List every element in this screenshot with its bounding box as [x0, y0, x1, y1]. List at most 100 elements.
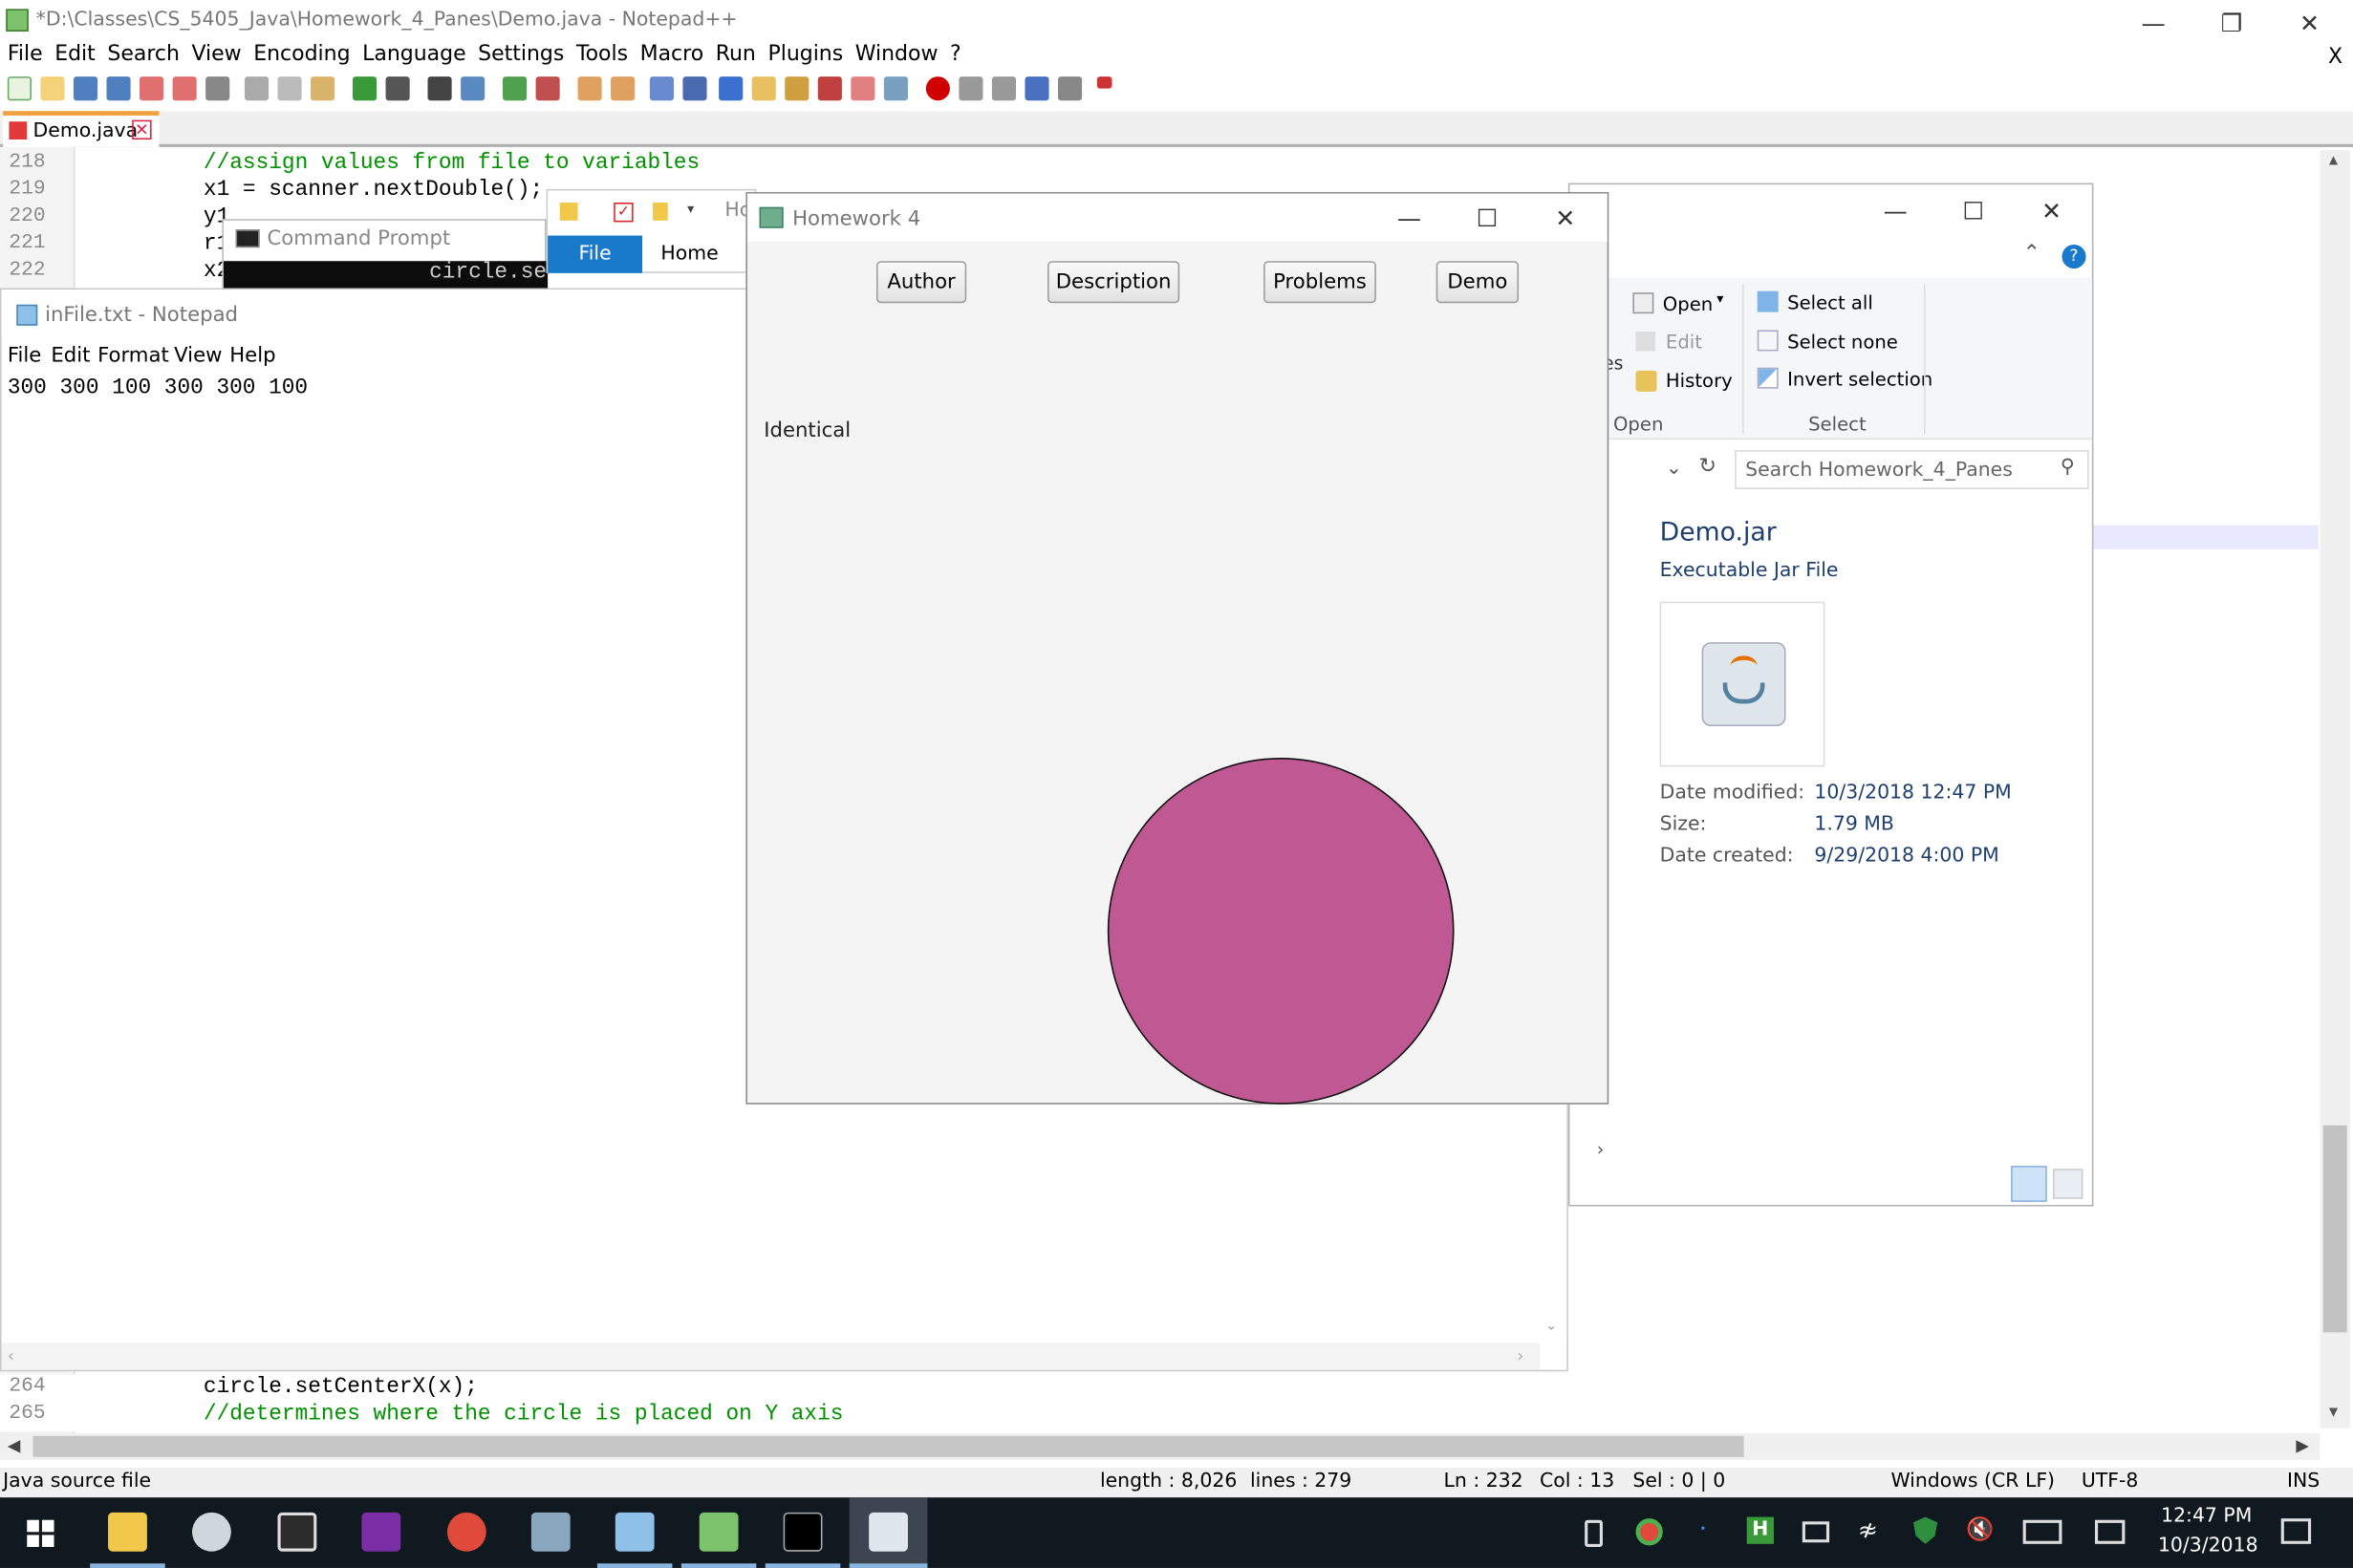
notepad-taskbar-icon[interactable] [615, 1512, 655, 1552]
cmd-taskbar-icon[interactable] [783, 1512, 823, 1552]
npp-minimize-button[interactable]: — [2119, 0, 2188, 45]
usb-icon[interactable] [1585, 1519, 1603, 1547]
code-bottom[interactable]: 264 circle.setCenterX(x); 265 //determin… [0, 1374, 2312, 1432]
flag-icon[interactable] [1096, 76, 1112, 89]
print-icon[interactable] [205, 76, 230, 101]
close-icon[interactable] [140, 76, 164, 101]
select-all-button[interactable]: Select all [1757, 290, 1937, 316]
zoom-out-icon[interactable] [535, 76, 560, 101]
invert-selection-button[interactable]: Invert selection [1757, 366, 1937, 393]
menu-run[interactable]: Run [716, 42, 756, 66]
properties-check-icon[interactable]: ✓ [614, 202, 634, 223]
notepad-menu-format[interactable]: Format [97, 344, 169, 368]
menu-tools[interactable]: Tools [576, 42, 628, 66]
onenote-icon[interactable] [361, 1512, 401, 1552]
paste-icon[interactable] [311, 76, 335, 101]
notepad-horizontal-scrollbar[interactable]: ‹ › [1, 1342, 1541, 1370]
notepad-scroll-down-icon[interactable]: ⌄ [1545, 1319, 1557, 1334]
notepad-scroll-left-icon[interactable]: ‹ [8, 1346, 14, 1365]
notepad-text-area[interactable]: 300 300 100 300 300 100 [8, 376, 308, 400]
save-icon[interactable] [73, 76, 98, 101]
npp-horizontal-scrollbar[interactable]: ◀ ▶ [0, 1432, 2321, 1460]
clock-date[interactable]: 10/3/2018 [2158, 1535, 2258, 1557]
wifi-icon[interactable]: ≉ [1858, 1515, 1878, 1544]
menu-window[interactable]: Window [855, 42, 939, 66]
help-icon[interactable]: ? [2062, 244, 2086, 269]
close-all-icon[interactable] [172, 76, 197, 101]
show-all-chars-icon[interactable] [682, 76, 707, 101]
action-center-icon[interactable] [2280, 1518, 2312, 1544]
explorer-minimize-button[interactable]: — [1861, 187, 1930, 232]
chrome-tray-icon[interactable] [1635, 1518, 1663, 1546]
open-file-icon[interactable] [40, 76, 65, 101]
address-dropdown-icon[interactable]: ⌄ [1666, 458, 1682, 481]
save-all-icon[interactable] [106, 76, 131, 101]
defender-icon[interactable] [1913, 1516, 1938, 1544]
copy-icon[interactable] [277, 76, 302, 101]
npp-close-doc-button[interactable]: X [2328, 45, 2342, 69]
calculator-icon[interactable] [277, 1512, 317, 1552]
record-macro-icon[interactable] [925, 76, 950, 101]
find-icon[interactable] [427, 76, 452, 101]
npp-vertical-scrollbar[interactable]: ▲ ▼ [2320, 150, 2350, 1428]
cmd-console[interactable]: circle.se [223, 261, 549, 289]
volume-muted-icon[interactable]: 🔇 [1966, 1515, 1994, 1542]
h-app-icon[interactable]: H [1746, 1516, 1774, 1544]
menu-file[interactable]: File [8, 42, 43, 66]
author-button[interactable]: Author [875, 261, 967, 304]
menu-encoding[interactable]: Encoding [253, 42, 350, 66]
tablet-mode-icon[interactable] [2094, 1519, 2126, 1544]
npp-restore-button[interactable]: ❐ [2197, 0, 2266, 45]
function-list-icon[interactable] [785, 76, 810, 101]
new-file-icon[interactable] [7, 76, 32, 101]
monitor-icon[interactable] [851, 76, 875, 101]
ribbon-home-tab[interactable]: Home [642, 236, 737, 273]
demo-button[interactable]: Demo [1436, 261, 1520, 304]
npp-hscroll-thumb[interactable] [32, 1435, 1744, 1457]
search-box[interactable]: Search Homework_4_Panes ⚲ [1735, 450, 2089, 489]
folder-as-workspace-icon[interactable] [817, 76, 842, 101]
menu-view[interactable]: View [191, 42, 241, 66]
doc-map-icon[interactable] [751, 76, 776, 101]
npp-close-button[interactable]: ✕ [2275, 0, 2343, 45]
menu-help[interactable]: ? [950, 42, 961, 66]
menu-search[interactable]: Search [107, 42, 180, 66]
refresh-icon[interactable]: ↻ [1698, 455, 1716, 479]
notepad-menu-help[interactable]: Help [229, 344, 275, 368]
cut-icon[interactable] [244, 76, 270, 101]
menu-macro[interactable]: Macro [640, 42, 704, 66]
save-macro-icon[interactable] [1057, 76, 1083, 101]
bluetooth-icon[interactable]: ᛫ [1695, 1515, 1710, 1544]
select-none-button[interactable]: Select none [1757, 329, 1937, 355]
ribbon-collapse-icon[interactable]: ⌃ [2023, 242, 2040, 266]
ribbon-file-tab[interactable]: File [548, 235, 643, 273]
details-view-icon[interactable] [2011, 1166, 2047, 1202]
notepad-menu-file[interactable]: File [8, 344, 41, 368]
new-folder-icon[interactable] [653, 202, 668, 221]
stop-macro-icon[interactable] [959, 76, 983, 101]
zoom-in-icon[interactable] [503, 76, 528, 101]
menu-edit[interactable]: Edit [54, 42, 96, 66]
menu-settings[interactable]: Settings [478, 42, 564, 66]
tab-close-icon[interactable]: ✕ [132, 119, 152, 140]
start-windows-icon[interactable] [27, 1519, 54, 1547]
word-wrap-icon[interactable] [649, 76, 675, 101]
run-macro-multiple-icon[interactable] [1025, 76, 1049, 101]
file-explorer-icon[interactable] [108, 1512, 147, 1552]
notepad-menu-view[interactable]: View [174, 344, 222, 368]
explorer-maximize-button[interactable]: ☐ [1939, 187, 2008, 232]
notepadpp-taskbar-icon[interactable] [699, 1512, 739, 1552]
description-button[interactable]: Description [1047, 261, 1180, 304]
fx-minimize-button[interactable]: — [1374, 195, 1443, 240]
nav-scroll-right-icon[interactable]: › [1597, 1139, 1605, 1160]
redo-icon[interactable] [385, 76, 410, 101]
battery-icon[interactable] [1802, 1521, 1830, 1543]
photo-app-icon[interactable] [530, 1512, 571, 1552]
npp-vscroll-thumb[interactable] [2322, 1125, 2347, 1333]
qat-dropdown-icon[interactable]: ▾ [687, 203, 694, 218]
chrome-icon[interactable] [446, 1512, 486, 1552]
menu-language[interactable]: Language [362, 42, 465, 66]
sync-h-icon[interactable] [611, 76, 636, 101]
java-taskbar-icon[interactable] [869, 1512, 908, 1552]
fx-maximize-button[interactable]: ☐ [1453, 195, 1522, 240]
